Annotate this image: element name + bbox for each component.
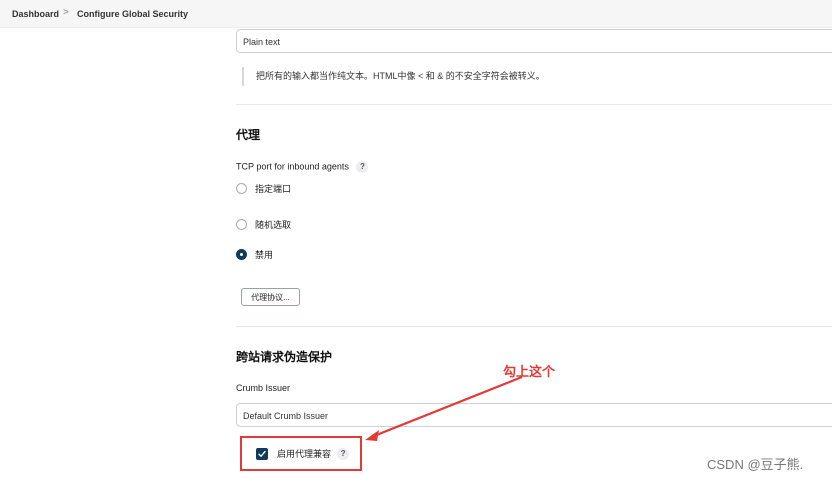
annotation-text: 勾上这个 [503, 364, 556, 379]
annotation-arrow-icon [365, 375, 523, 441]
watermark: CSDN @豆子熊. [707, 457, 804, 472]
